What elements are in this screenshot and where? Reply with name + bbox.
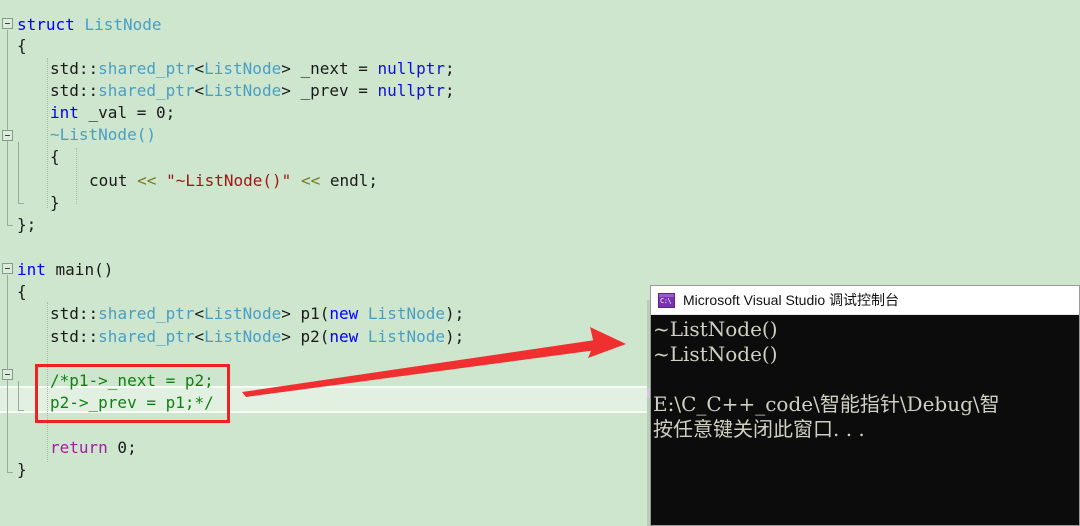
code-line-1[interactable]: struct ListNode [17,13,162,36]
code-line-13[interactable]: { [17,280,27,303]
annotation-red-rectangle [35,364,230,423]
token-keyword-int: int [17,260,46,279]
console-title-bar[interactable]: C:\ Microsoft Visual Studio 调试控制台 [651,286,1079,315]
scope-guide-comment [18,381,24,411]
indent-guide-2 [76,148,77,204]
token-brace-open: { [17,36,27,55]
code-line-12[interactable]: int main() [17,258,113,281]
console-output-area[interactable]: ~ListNode() ~ListNode() E:\C_C++_code\智能… [651,315,1079,442]
token-type-listnode: ListNode [84,15,162,34]
code-line-4[interactable]: std::shared_ptr<ListNode> _prev = nullpt… [50,79,455,102]
annotation-red-arrow [242,327,626,397]
code-line-7[interactable]: { [50,145,60,168]
console-output-line-prompt: 按任意键关闭此窗口. . . [653,417,865,441]
collapse-toggle-comment-block[interactable] [2,369,13,380]
code-line-20[interactable]: return 0; [50,436,137,459]
code-line-5[interactable]: int _val = 0; [50,101,175,124]
console-output-line-blank [653,367,1079,392]
token-main-fn: main() [45,260,114,279]
debug-console-window[interactable]: C:\ Microsoft Visual Studio 调试控制台 ~ListN… [650,285,1080,526]
collapse-toggle-destructor[interactable] [2,130,13,141]
collapse-toggle-struct[interactable] [2,18,13,29]
code-line-3[interactable]: std::shared_ptr<ListNode> _next = nullpt… [50,57,455,80]
code-line-2[interactable]: { [17,34,27,57]
collapse-toggle-main[interactable] [2,263,13,274]
console-window-title: Microsoft Visual Studio 调试控制台 [683,292,900,308]
console-window-icon: C:\ [658,292,675,308]
code-line-14[interactable]: std::shared_ptr<ListNode> p1(new ListNod… [50,302,464,325]
console-output-line: ~ListNode() [653,317,778,341]
token-keyword-struct: struct [17,15,75,34]
token-destructor: ~ListNode() [50,125,156,144]
code-line-6[interactable]: ~ListNode() [50,123,156,146]
console-output-line-path: E:\C_C++_code\智能指针\Debug\智 [653,392,1000,416]
token-keyword-return: return [50,438,108,457]
token-string-literal: "~ListNode()" [166,171,292,190]
scope-guide-struct [7,30,13,226]
code-line-21[interactable]: } [17,458,27,481]
console-output-line: ~ListNode() [653,342,778,366]
code-line-10[interactable]: }; [17,213,36,236]
scope-guide-destructor [18,142,24,204]
code-line-9[interactable]: } [50,191,60,214]
indent-guide-1 [47,58,48,208]
code-line-8[interactable]: cout << "~ListNode()" << endl; [89,169,378,192]
